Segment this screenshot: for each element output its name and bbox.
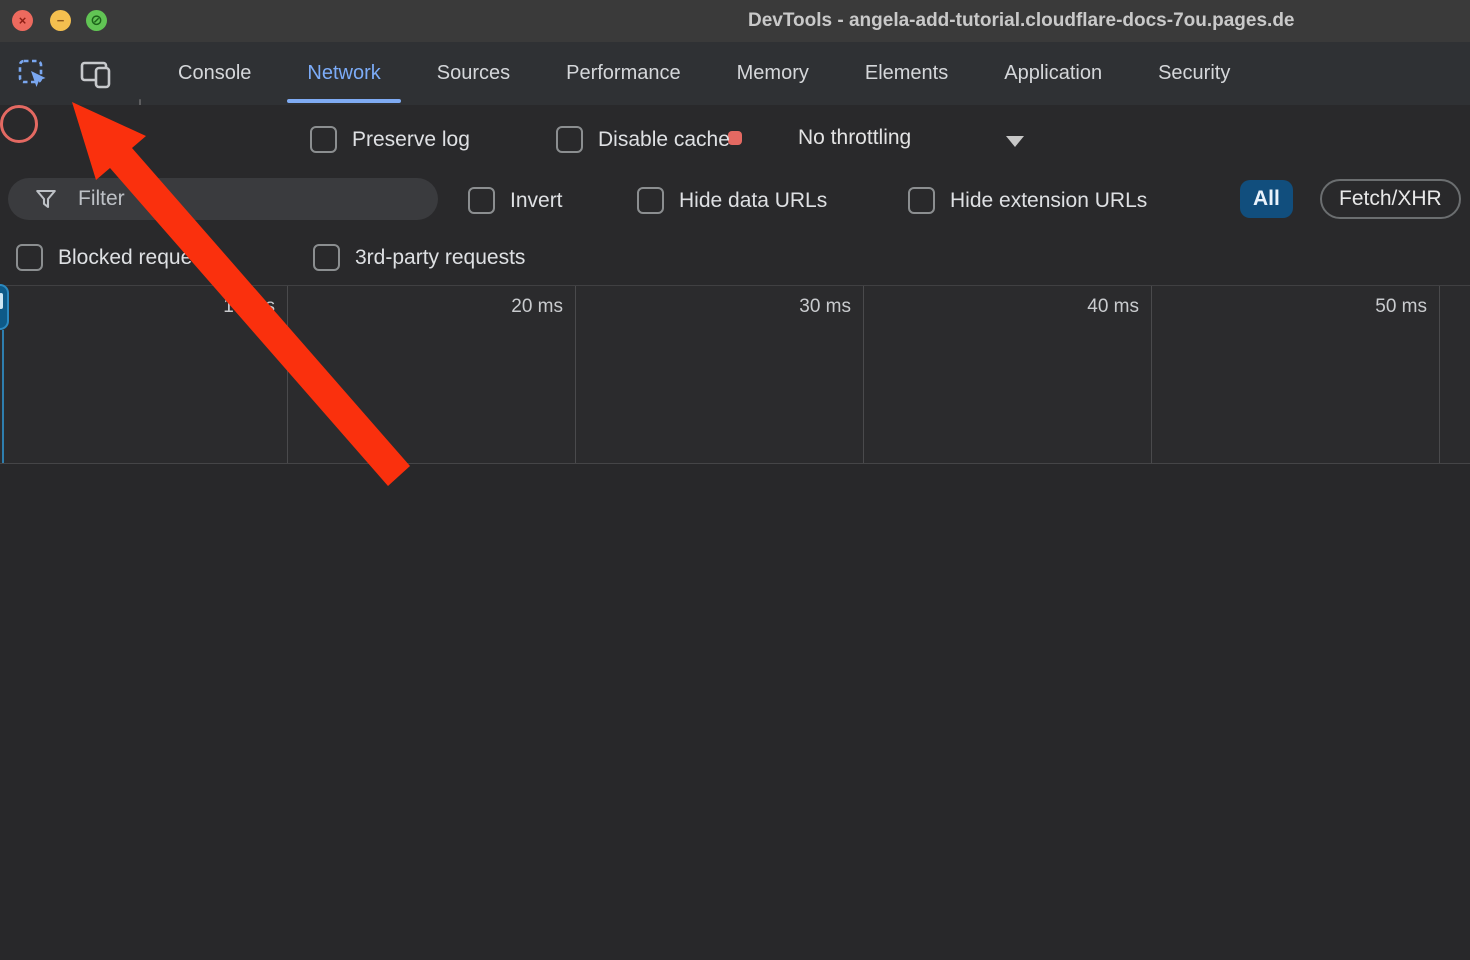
disable-cache-checkbox[interactable] [556,126,583,153]
third-party-requests-checkbox-group[interactable]: 3rd-party requests [313,244,525,271]
timeline-tick-label: 40 ms [1041,296,1139,318]
disable-cache-label: Disable cache [598,128,730,152]
timeline-gridline [1439,286,1440,463]
toggle-device-toolbar-button[interactable] [78,56,114,92]
close-window-button[interactable]: × [12,10,33,31]
tab-network[interactable]: Network [307,42,380,105]
throttling-caret-icon[interactable] [1006,136,1024,147]
record-network-log-button[interactable] [0,105,38,143]
request-type-chip-fetch-xhr[interactable]: Fetch/XHR [1320,179,1461,219]
disable-cache-checkbox-group[interactable]: Disable cache [556,126,730,153]
hide-data-urls-label: Hide data URLs [679,189,827,213]
timeline-tick-label: 10 ms [177,296,275,318]
filter-input[interactable]: Filter [8,178,438,220]
timeline-gridline [863,286,864,463]
network-options-row: Blocked requests 3rd-party requests [0,228,1470,286]
invert-checkbox-group[interactable]: Invert [468,187,563,214]
window-title: DevTools - angela-add-tutorial.cloudflar… [748,0,1295,42]
minimize-window-button[interactable]: − [50,10,71,31]
invert-checkbox[interactable] [468,187,495,214]
invert-label: Invert [510,189,563,213]
throttling-select[interactable]: No throttling [798,105,911,170]
tab-console[interactable]: Console [178,42,251,105]
panel-tabs: Console Network Sources Performance Memo… [178,42,1230,105]
hide-extension-urls-checkbox-group[interactable]: Hide extension URLs [908,187,1147,214]
inspect-element-button[interactable] [15,56,51,92]
tab-sources[interactable]: Sources [437,42,510,105]
tab-security[interactable]: Security [1158,42,1230,105]
tab-application[interactable]: Application [1004,42,1102,105]
third-party-requests-label: 3rd-party requests [355,246,525,270]
network-overview-timeline[interactable]: 10 ms 20 ms 30 ms 40 ms 50 ms [0,286,1470,464]
blocked-requests-checkbox-group[interactable]: Blocked requests [16,244,219,271]
timeline-gridline [287,286,288,463]
tab-elements[interactable]: Elements [865,42,948,105]
preserve-log-checkbox-group[interactable]: Preserve log [310,126,470,153]
blocked-requests-checkbox[interactable] [16,244,43,271]
request-type-chip-all[interactable]: All [1240,180,1293,218]
timeline-tick-label: 50 ms [1329,296,1427,318]
tab-memory[interactable]: Memory [737,42,809,105]
timeline-tick-label: 20 ms [465,296,563,318]
devtools-window: × − ⊘ DevTools - angela-add-tutorial.clo… [0,0,1470,960]
hide-extension-urls-label: Hide extension URLs [950,189,1147,213]
inspect-cursor-icon [17,58,49,90]
tab-performance[interactable]: Performance [566,42,681,105]
timeline-drag-handle[interactable] [0,284,9,330]
network-filter-row: Filter Invert Hide data URLs Hide extens… [0,170,1470,228]
filter-input-placeholder: Filter [78,187,125,211]
zoom-window-button[interactable]: ⊘ [86,10,107,31]
filter-input-funnel-icon [34,187,58,211]
timeline-tick-label: 30 ms [753,296,851,318]
devtools-tabbar: Console Network Sources Performance Memo… [0,42,1470,106]
preserve-log-label: Preserve log [352,128,470,152]
timeline-event-marker-line [2,330,4,463]
request-log-empty-area: Recordi Perform a request [0,464,1470,960]
blocked-requests-label: Blocked requests [58,246,219,270]
hide-extension-urls-checkbox[interactable] [908,187,935,214]
network-toolbar: Preserve log Disable cache No throttling [0,105,1470,170]
titlebar: × − ⊘ DevTools - angela-add-tutorial.clo… [0,0,1470,42]
hide-data-urls-checkbox-group[interactable]: Hide data URLs [637,187,827,214]
third-party-requests-checkbox[interactable] [313,244,340,271]
hide-data-urls-checkbox[interactable] [637,187,664,214]
timeline-gridline [1151,286,1152,463]
device-toolbar-icon [79,59,113,89]
timeline-gridline [575,286,576,463]
preserve-log-checkbox[interactable] [310,126,337,153]
